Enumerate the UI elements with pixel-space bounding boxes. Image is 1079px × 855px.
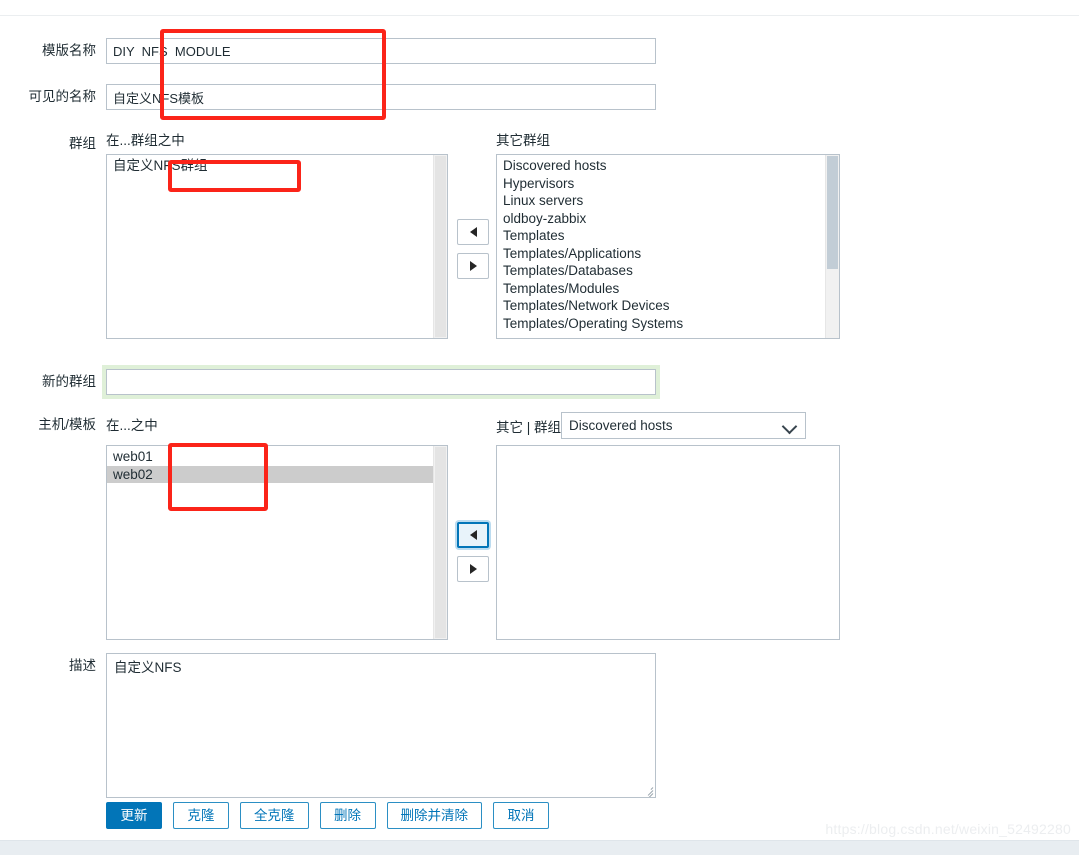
description-value: 自定义NFS (114, 660, 182, 675)
groups-label: 群组 (69, 136, 96, 151)
template-name-input[interactable] (106, 38, 656, 64)
move-group-left-button[interactable] (457, 219, 489, 245)
triangle-right-icon (469, 564, 477, 574)
triangle-left-icon (469, 227, 477, 237)
delete-button[interactable]: 删除 (319, 802, 376, 829)
template-name-label: 模版名称 (42, 43, 96, 58)
other-hosts-listbox[interactable] (496, 445, 840, 640)
list-item[interactable]: Linux servers (497, 192, 826, 210)
cancel-button[interactable]: 取消 (493, 802, 549, 829)
footer-bar (0, 840, 1079, 855)
in-groups-label: 在...群组之中 (106, 133, 185, 148)
other-hosts-label: 其它 | 群组 (496, 420, 562, 435)
triangle-left-icon (469, 530, 477, 540)
list-item[interactable]: Templates/Operating Systems (497, 315, 826, 333)
in-groups-listbox[interactable]: 自定义NFS群组 (106, 154, 448, 339)
update-button[interactable]: 更新 (106, 802, 162, 829)
in-hosts-scrollbar[interactable] (433, 446, 447, 639)
visible-name-label: 可见的名称 (28, 89, 97, 104)
triangle-right-icon (469, 261, 477, 271)
in-groups-scrollbar[interactable] (433, 155, 447, 338)
list-item[interactable]: Hypervisors (497, 175, 826, 193)
in-hosts-label: 在...之中 (106, 418, 158, 433)
move-group-right-button[interactable] (457, 253, 489, 279)
list-item[interactable]: Discovered hosts (497, 157, 826, 175)
full-clone-button[interactable]: 全克隆 (240, 802, 309, 829)
new-group-label: 新的群组 (42, 374, 96, 389)
in-hosts-listbox[interactable]: web01 web02 (106, 445, 448, 640)
other-groups-scrollbar[interactable] (825, 155, 839, 338)
description-textarea[interactable]: 自定义NFS (106, 653, 656, 798)
hosts-transfer-buttons (457, 522, 489, 582)
form-action-buttons: 更新 克隆 全克隆 删除 删除并清除 取消 (106, 802, 549, 829)
scrollbar-thumb[interactable] (435, 156, 446, 337)
list-item[interactable]: Templates/Network Devices (497, 297, 826, 315)
list-item[interactable]: oldboy-zabbix (497, 210, 826, 228)
clone-button[interactable]: 克隆 (173, 802, 229, 829)
new-group-row: 新的群组 (0, 369, 656, 395)
description-label: 描述 (69, 658, 96, 673)
host-group-select-value: Discovered hosts (569, 418, 673, 433)
new-group-input[interactable] (106, 369, 656, 395)
list-item[interactable]: Templates/Modules (497, 280, 826, 298)
delete-and-clear-button[interactable]: 删除并清除 (386, 802, 482, 829)
chevron-down-icon (781, 418, 798, 435)
visible-name-row: 可见的名称 (0, 84, 656, 110)
list-item[interactable]: web01 (107, 448, 434, 466)
other-groups-options[interactable]: Discovered hosts Hypervisors Linux serve… (497, 157, 826, 338)
hosts-templates-label: 主机/模板 (38, 417, 96, 432)
list-item[interactable]: web02 (107, 465, 434, 483)
template-name-row: 模版名称 (0, 38, 656, 64)
move-host-left-button[interactable] (457, 522, 489, 548)
scrollbar-thumb[interactable] (827, 156, 838, 269)
in-groups-options[interactable]: 自定义NFS群组 (107, 157, 434, 338)
list-item[interactable]: Templates (497, 227, 826, 245)
list-item[interactable]: Templates/Applications (497, 245, 826, 263)
visible-name-input[interactable] (106, 84, 656, 110)
list-item[interactable]: Templates/Databases (497, 262, 826, 280)
description-row: 描述 自定义NFS (0, 653, 656, 798)
list-item[interactable]: 自定义NFS群组 (107, 157, 434, 175)
top-separator (0, 15, 1079, 16)
other-groups-listbox[interactable]: Discovered hosts Hypervisors Linux serve… (496, 154, 840, 339)
other-hosts-options[interactable] (497, 448, 826, 639)
move-host-right-button[interactable] (457, 556, 489, 582)
in-hosts-options[interactable]: web01 web02 (107, 448, 434, 639)
other-groups-label: 其它群组 (496, 133, 550, 148)
scrollbar-thumb[interactable] (435, 447, 446, 638)
groups-transfer-buttons (457, 219, 489, 279)
host-group-select[interactable]: Discovered hosts (561, 412, 806, 439)
resize-handle-icon[interactable] (641, 783, 654, 797)
watermark: https://blog.csdn.net/weixin_52492280 (825, 821, 1071, 837)
